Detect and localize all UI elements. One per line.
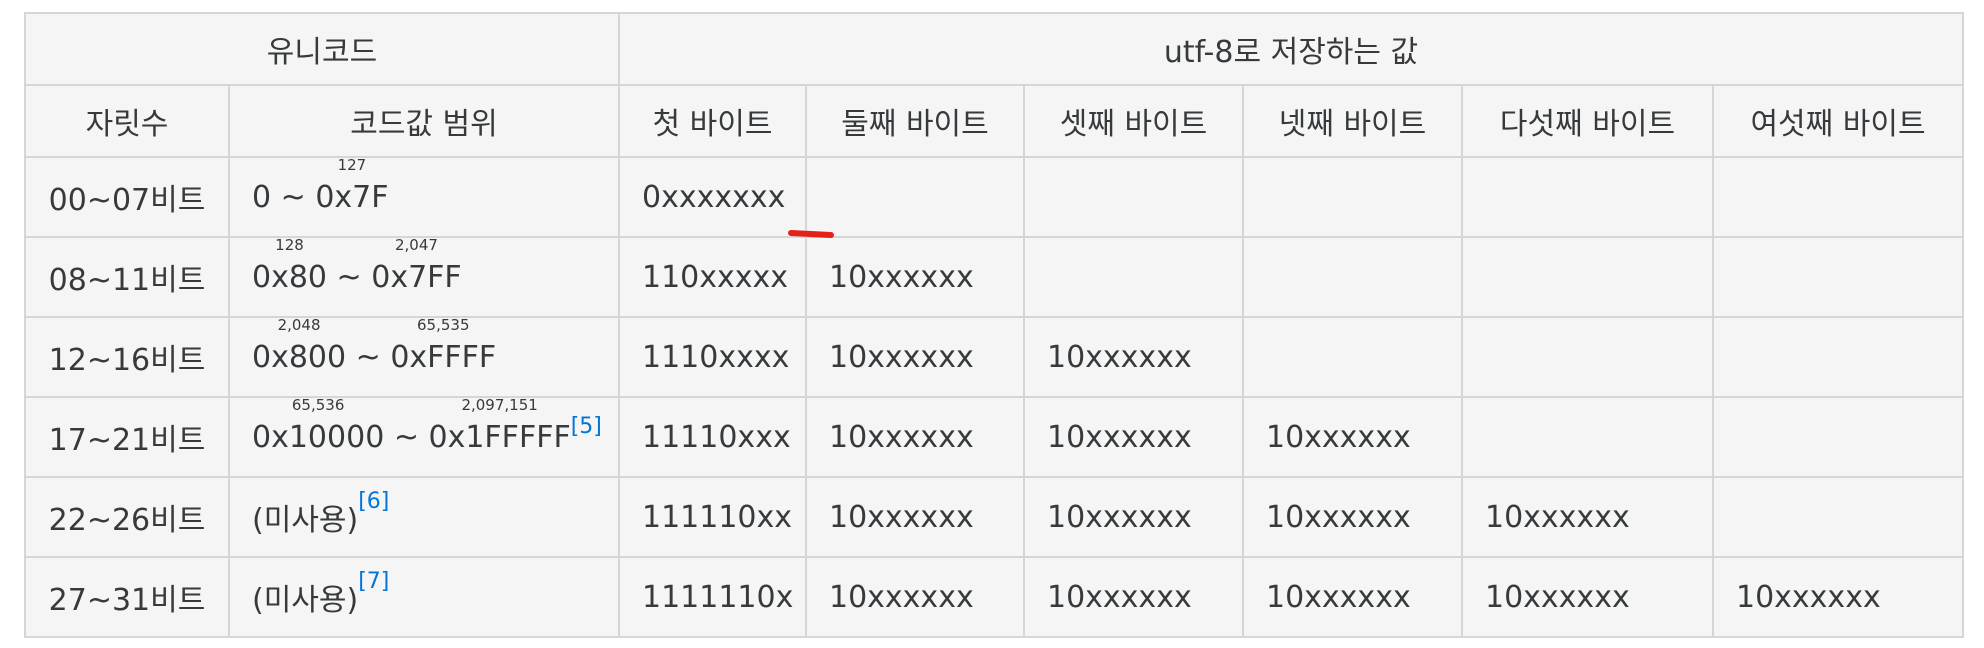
range-end-hex: 0x7FF — [371, 259, 462, 295]
range-tilde: ~ — [384, 419, 429, 455]
range-start: 2,048 0x800 — [252, 319, 347, 375]
table-row: 00~07비트 0 ~ 127 0x7F 0xxxxxxx — [24, 156, 1965, 238]
byte-6-cell — [1711, 236, 1965, 318]
byte-4-cell: 10xxxxxx — [1242, 556, 1463, 638]
header-byte-5: 다섯째 바이트 — [1461, 84, 1714, 158]
footnote-link[interactable]: [6] — [358, 489, 389, 514]
range-end-decimal: 2,047 — [394, 237, 438, 254]
bits-cell: 22~26비트 — [24, 476, 230, 558]
range-end-decimal: 65,535 — [417, 317, 470, 334]
byte-5-cell: 10xxxxxx — [1461, 476, 1714, 558]
range-cell: 65,536 0x10000 ~ 2,097,151 0x1FFFFF[5] — [228, 396, 620, 478]
range-start: 128 0x80 — [252, 239, 328, 295]
bits-cell: 17~21비트 — [24, 396, 230, 478]
table-row: 12~16비트 2,048 0x800 ~ 65,535 0xFFFF 1110xx… — [24, 316, 1965, 398]
byte-3-cell: 10xxxxxx — [1023, 396, 1244, 478]
table-row: 08~11비트 128 0x80 ~ 2,047 0x7FF 110xxxxx 10… — [24, 236, 1965, 318]
range-end-decimal: 127 — [337, 157, 367, 174]
byte-2-cell: 10xxxxxx — [805, 556, 1025, 638]
range-start-decimal: 65,536 — [291, 397, 345, 414]
footnote-link[interactable]: [7] — [358, 569, 389, 594]
range-start-hex: 0x80 — [252, 259, 328, 295]
byte-1-cell: 11110xxx — [618, 396, 807, 478]
header-byte-2: 둘째 바이트 — [805, 84, 1025, 158]
range-start-hex: 0x10000 — [252, 419, 385, 455]
byte-6-cell — [1711, 476, 1965, 558]
range-tilde: ~ — [327, 259, 372, 295]
byte-4-cell: 10xxxxxx — [1242, 476, 1463, 558]
byte-2-cell: 10xxxxxx — [805, 316, 1025, 398]
range-start-hex: 0 — [252, 179, 272, 215]
utf8-table: 유니코드 utf-8로 저장하는 값 자릿수 코드값 범위 첫 바이트 둘째 바… — [24, 12, 1965, 638]
range-tilde: ~ — [346, 339, 391, 375]
byte-1-cell: 0xxxxxxx — [618, 156, 807, 238]
byte-5-cell — [1461, 316, 1714, 398]
range-tilde: ~ — [271, 179, 316, 215]
range-start-decimal: 2,048 — [277, 317, 321, 334]
range-start: 65,536 0x10000 — [252, 399, 385, 455]
range-cell: 0 ~ 127 0x7F — [228, 156, 620, 238]
byte-5-cell — [1461, 396, 1714, 478]
table-row: 17~21비트 65,536 0x10000 ~ 2,097,151 0x1FFFF… — [24, 396, 1965, 478]
byte-2-cell: 10xxxxxx — [805, 396, 1025, 478]
bits-cell: 27~31비트 — [24, 556, 230, 638]
byte-3-cell — [1023, 236, 1244, 318]
byte-4-cell — [1242, 236, 1463, 318]
header-utf8: utf-8로 저장하는 값 — [617, 12, 1965, 86]
header-byte-6: 여섯째 바이트 — [1711, 84, 1965, 158]
byte-5-cell — [1461, 156, 1714, 238]
range-cell: (미사용)[6] — [228, 476, 620, 558]
byte-3-cell: 10xxxxxx — [1023, 476, 1244, 558]
byte-3-cell: 10xxxxxx — [1023, 556, 1244, 638]
range-start-decimal: 128 — [275, 237, 304, 254]
byte-5-cell: 10xxxxxx — [1461, 556, 1714, 638]
range-end-hex: 0x7F — [315, 179, 389, 215]
byte-1-cell: 111110xx — [618, 476, 807, 558]
range-end-decimal: 2,097,151 — [461, 397, 538, 414]
range-start-hex: 0x800 — [252, 339, 347, 375]
range-end: 127 0x7F — [315, 159, 389, 215]
byte-4-cell: 10xxxxxx — [1242, 396, 1463, 478]
header-byte-1: 첫 바이트 — [618, 84, 807, 158]
bits-cell: 00~07비트 — [24, 156, 230, 238]
range-cell: 2,048 0x800 ~ 65,535 0xFFFF — [228, 316, 620, 398]
table-row: 22~26비트 (미사용)[6] 111110xx 10xxxxxx 10xxx… — [24, 476, 1965, 558]
table-row: 27~31비트 (미사용)[7] 1111110x 10xxxxxx 10xxx… — [24, 556, 1965, 638]
byte-2-cell: 10xxxxxx — [805, 476, 1025, 558]
range-end: 2,097,151 0x1FFFFF — [428, 399, 571, 455]
range-end: 65,535 0xFFFF — [390, 319, 497, 375]
range-cell: 128 0x80 ~ 2,047 0x7FF — [228, 236, 620, 318]
range-end-hex: 0xFFFF — [390, 339, 497, 375]
byte-5-cell — [1461, 236, 1714, 318]
range-end-hex: 0x1FFFFF — [428, 419, 571, 455]
byte-4-cell — [1242, 316, 1463, 398]
range-start: 0 — [252, 180, 271, 215]
byte-3-cell: 10xxxxxx — [1023, 316, 1244, 398]
byte-6-cell: 10xxxxxx — [1711, 556, 1965, 638]
byte-6-cell — [1711, 156, 1965, 238]
header-range: 코드값 범위 — [228, 84, 620, 158]
header-row-2: 자릿수 코드값 범위 첫 바이트 둘째 바이트 셋째 바이트 넷째 바이트 다섯… — [24, 84, 1965, 158]
bits-cell: 08~11비트 — [24, 236, 230, 318]
byte-2-cell: 10xxxxxx — [805, 236, 1025, 318]
header-unicode: 유니코드 — [24, 12, 620, 86]
byte-2-cell — [805, 156, 1025, 238]
range-unused: (미사용) — [252, 503, 359, 538]
footnote-link[interactable]: [5] — [571, 414, 602, 439]
bits-cell: 12~16비트 — [24, 316, 230, 398]
range-unused: (미사용) — [252, 583, 359, 618]
byte-1-cell: 1110xxxx — [618, 316, 807, 398]
range-end: 2,047 0x7FF — [371, 239, 462, 295]
byte-1-cell: 1111110x — [618, 556, 807, 638]
header-bits: 자릿수 — [24, 84, 230, 158]
header-byte-4: 넷째 바이트 — [1242, 84, 1463, 158]
byte-3-cell — [1023, 156, 1244, 238]
header-row-1: 유니코드 utf-8로 저장하는 값 — [24, 12, 1965, 86]
range-cell: (미사용)[7] — [228, 556, 620, 638]
byte-6-cell — [1711, 316, 1965, 398]
byte-4-cell — [1242, 156, 1463, 238]
byte-6-cell — [1711, 396, 1965, 478]
byte-1-cell: 110xxxxx — [618, 236, 807, 318]
header-byte-3: 셋째 바이트 — [1023, 84, 1244, 158]
